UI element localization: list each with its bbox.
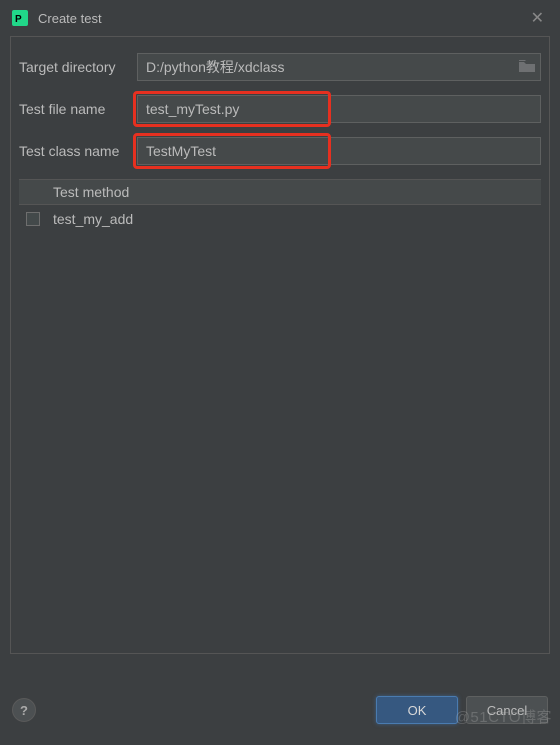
dialog-content: Target directory Test file name Test cla… bbox=[10, 36, 550, 654]
folder-browse-icon[interactable] bbox=[519, 59, 535, 75]
input-test-class-name[interactable] bbox=[137, 137, 541, 165]
row-test-class-name: Test class name bbox=[19, 137, 541, 165]
header-method-col: Test method bbox=[47, 184, 541, 200]
table-row[interactable]: test_my_add bbox=[19, 205, 541, 233]
pycharm-icon: P bbox=[12, 10, 28, 26]
ok-button[interactable]: OK bbox=[376, 696, 458, 724]
dialog-title: Create test bbox=[38, 11, 527, 26]
close-icon[interactable]: ✕ bbox=[527, 8, 548, 28]
input-target-directory[interactable] bbox=[137, 53, 541, 81]
cancel-button[interactable]: Cancel bbox=[466, 696, 548, 724]
row-target-directory: Target directory bbox=[19, 53, 541, 81]
row-method-name: test_my_add bbox=[47, 211, 541, 227]
label-target-directory: Target directory bbox=[19, 59, 137, 75]
label-test-class-name: Test class name bbox=[19, 143, 137, 159]
svg-text:P: P bbox=[15, 14, 22, 25]
help-button[interactable]: ? bbox=[12, 698, 36, 722]
row-checkbox[interactable] bbox=[26, 212, 40, 226]
test-methods-table: Test method test_my_add bbox=[19, 179, 541, 233]
titlebar: P Create test ✕ bbox=[0, 0, 560, 36]
button-bar: ? OK Cancel bbox=[0, 675, 560, 745]
table-header: Test method bbox=[19, 179, 541, 205]
row-test-file-name: Test file name bbox=[19, 95, 541, 123]
label-test-file-name: Test file name bbox=[19, 101, 137, 117]
input-test-file-name[interactable] bbox=[137, 95, 541, 123]
